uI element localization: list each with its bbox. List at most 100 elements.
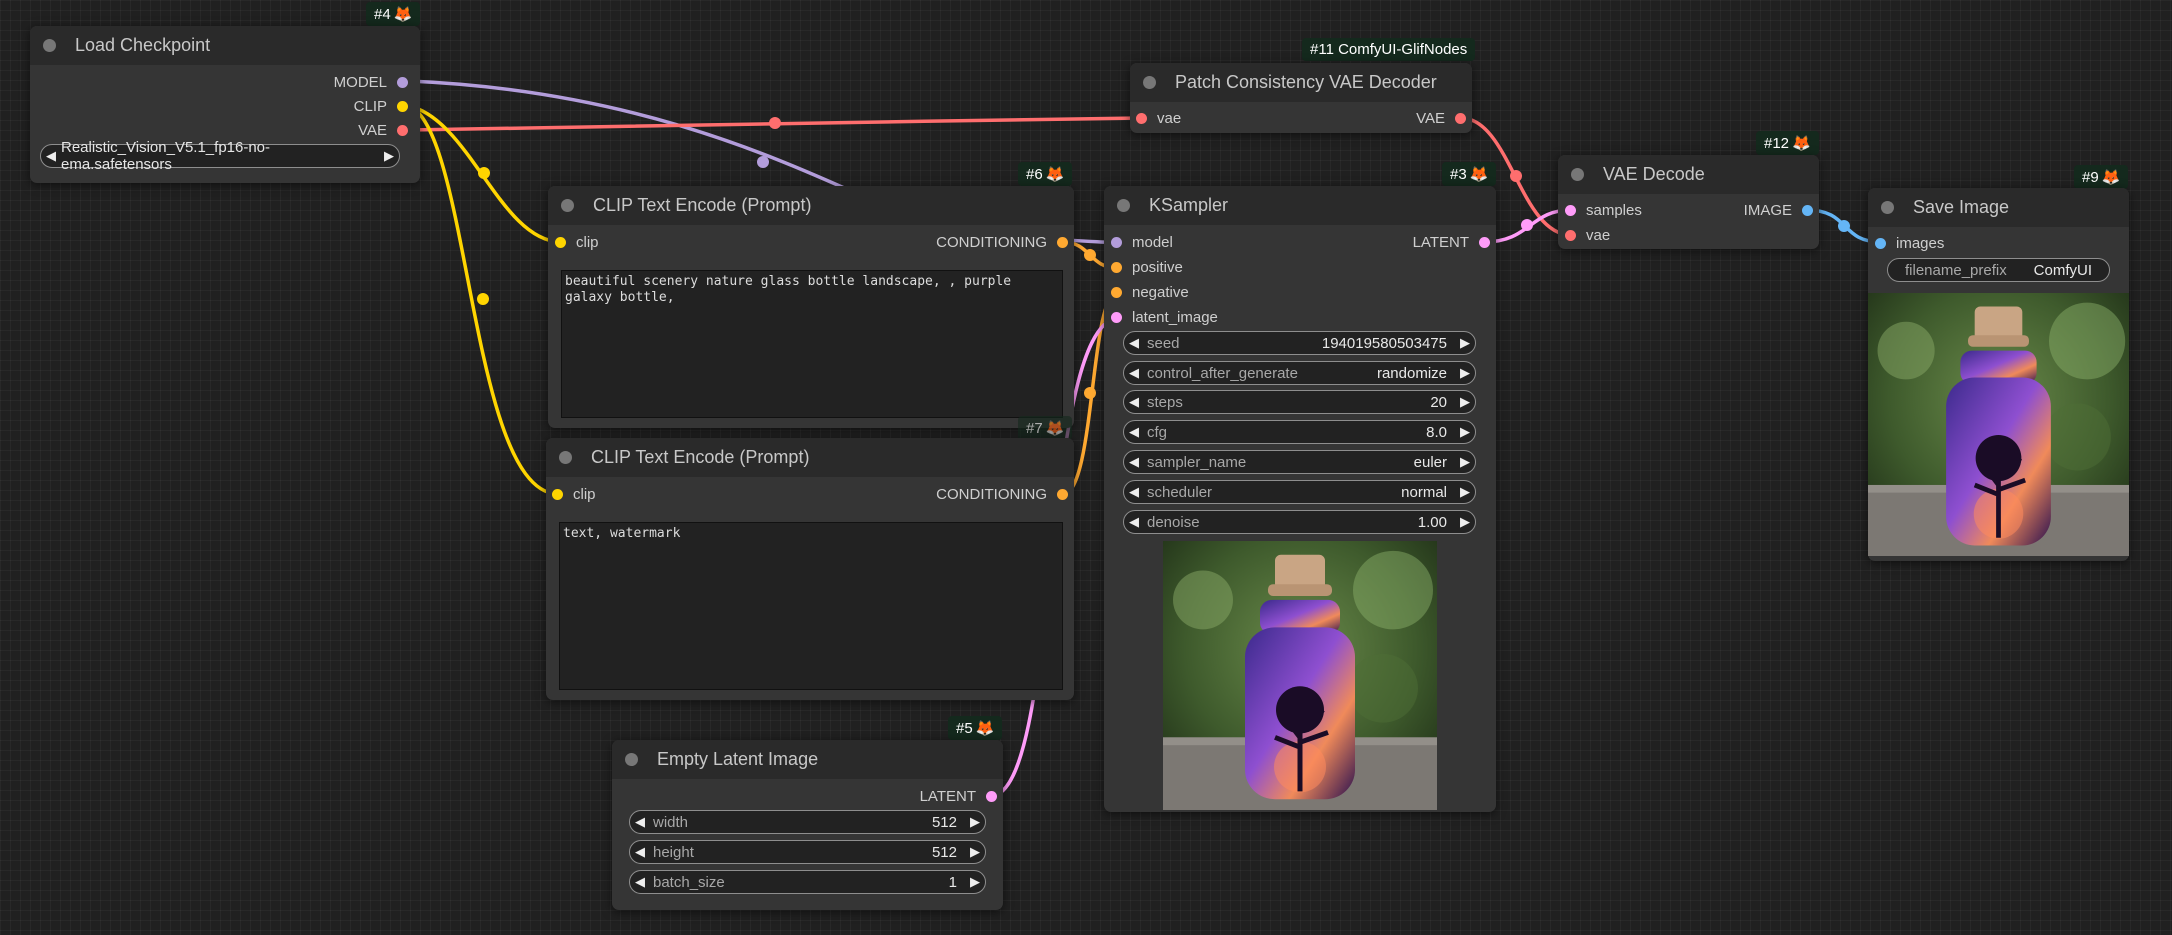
input-vae[interactable]: vae (1136, 108, 1181, 128)
input-negative[interactable]: negative (1111, 282, 1189, 302)
slot-dot-icon[interactable] (1479, 236, 1490, 248)
slot-dot-icon[interactable] (1565, 204, 1576, 216)
collapse-toggle-icon[interactable] (561, 199, 574, 212)
collapse-toggle-icon[interactable] (1117, 199, 1130, 212)
batch-size-widget[interactable]: ◀ batch_size 1 ▶ (629, 870, 986, 894)
node-title-bar[interactable]: VAE Decode (1558, 155, 1819, 194)
output-model[interactable]: MODEL (334, 72, 408, 92)
input-positive[interactable]: positive (1111, 257, 1183, 277)
output-conditioning[interactable]: CONDITIONING (936, 232, 1068, 252)
collapse-toggle-icon[interactable] (1881, 201, 1894, 214)
output-image-preview[interactable] (1868, 293, 2129, 556)
latent-preview-image[interactable] (1163, 541, 1437, 810)
filename-prefix-field[interactable]: filename_prefix ComfyUI (1887, 258, 2110, 282)
save-image-node[interactable]: Save Image images filename_prefix ComfyU… (1868, 188, 2129, 561)
load-checkpoint-node[interactable]: Load Checkpoint MODEL CLIP VAE ◀ Realist… (30, 26, 420, 183)
empty-latent-image-node[interactable]: Empty Latent Image LATENT ◀ width 512 ▶ … (612, 740, 1003, 910)
collapse-toggle-icon[interactable] (625, 753, 638, 766)
right-arrow-icon[interactable]: ▶ (1455, 514, 1475, 530)
slot-dot-icon[interactable] (397, 124, 408, 136)
node-title-bar[interactable]: Empty Latent Image (612, 740, 1003, 779)
slot-dot-icon[interactable] (1802, 204, 1813, 216)
node-title-bar[interactable]: KSampler (1104, 186, 1496, 225)
input-images[interactable]: images (1875, 233, 1944, 253)
width-widget[interactable]: ◀ width 512 ▶ (629, 810, 986, 834)
scheduler-widget[interactable]: ◀ scheduler normal ▶ (1123, 480, 1476, 504)
slot-dot-icon[interactable] (1111, 311, 1122, 323)
node-graph-canvas[interactable]: #4 🦊 Load Checkpoint MODEL CLIP VAE ◀ Rea… (0, 0, 2172, 935)
output-latent[interactable]: LATENT (920, 786, 997, 806)
vae-decode-node[interactable]: VAE Decode samples vae IMAGE (1558, 155, 1819, 249)
output-vae[interactable]: VAE (1416, 108, 1466, 128)
collapse-toggle-icon[interactable] (43, 39, 56, 52)
node-title-bar[interactable]: Load Checkpoint (30, 26, 420, 65)
right-arrow-icon[interactable]: ▶ (1455, 454, 1475, 470)
slot-dot-icon[interactable] (986, 790, 997, 802)
node-title-bar[interactable]: CLIP Text Encode (Prompt) (546, 438, 1074, 477)
output-clip[interactable]: CLIP (354, 96, 408, 116)
slot-dot-icon[interactable] (1111, 261, 1122, 273)
slot-dot-icon[interactable] (1875, 237, 1886, 249)
right-arrow-icon[interactable]: ▶ (1455, 335, 1475, 351)
denoise-widget[interactable]: ◀ denoise 1.00 ▶ (1123, 510, 1476, 534)
collapse-toggle-icon[interactable] (1571, 168, 1584, 181)
node-title-bar[interactable]: Save Image (1868, 188, 2129, 227)
left-arrow-icon[interactable]: ◀ (1124, 365, 1144, 381)
right-arrow-icon[interactable]: ▶ (965, 844, 985, 860)
sampler-name-widget[interactable]: ◀ sampler_name euler ▶ (1123, 450, 1476, 474)
clip-text-encode-positive-node[interactable]: CLIP Text Encode (Prompt) clip CONDITION… (548, 186, 1074, 428)
prompt-textarea[interactable]: beautiful scenery nature glass bottle la… (561, 270, 1063, 418)
slot-dot-icon[interactable] (1136, 112, 1147, 124)
steps-widget[interactable]: ◀ steps 20 ▶ (1123, 390, 1476, 414)
slot-dot-icon[interactable] (1057, 236, 1068, 248)
output-vae[interactable]: VAE (358, 120, 408, 140)
left-arrow-icon[interactable]: ◀ (630, 814, 650, 830)
left-arrow-icon[interactable]: ◀ (630, 844, 650, 860)
slot-dot-icon[interactable] (397, 100, 408, 112)
slot-dot-icon[interactable] (397, 76, 408, 88)
left-arrow-icon[interactable]: ◀ (41, 148, 61, 164)
clip-text-encode-negative-node[interactable]: CLIP Text Encode (Prompt) clip CONDITION… (546, 438, 1074, 700)
node-title-bar[interactable]: CLIP Text Encode (Prompt) (548, 186, 1074, 225)
left-arrow-icon[interactable]: ◀ (630, 874, 650, 890)
input-latent-image[interactable]: latent_image (1111, 307, 1218, 327)
input-clip[interactable]: clip (555, 232, 599, 252)
right-arrow-icon[interactable]: ▶ (965, 874, 985, 890)
slot-dot-icon[interactable] (1455, 112, 1466, 124)
input-vae[interactable]: vae (1565, 225, 1610, 245)
right-arrow-icon[interactable]: ▶ (1455, 484, 1475, 500)
input-samples[interactable]: samples (1565, 200, 1642, 220)
right-arrow-icon[interactable]: ▶ (965, 814, 985, 830)
prompt-textarea[interactable]: text, watermark (559, 522, 1063, 690)
cfg-widget[interactable]: ◀ cfg 8.0 ▶ (1123, 420, 1476, 444)
seed-widget[interactable]: ◀ seed 194019580503475 ▶ (1123, 331, 1476, 355)
left-arrow-icon[interactable]: ◀ (1124, 514, 1144, 530)
slot-dot-icon[interactable] (1057, 488, 1068, 500)
left-arrow-icon[interactable]: ◀ (1124, 394, 1144, 410)
right-arrow-icon[interactable]: ▶ (1455, 365, 1475, 381)
slot-dot-icon[interactable] (552, 488, 563, 500)
output-image[interactable]: IMAGE (1744, 200, 1813, 220)
collapse-toggle-icon[interactable] (559, 451, 572, 464)
right-arrow-icon[interactable]: ▶ (1455, 424, 1475, 440)
right-arrow-icon[interactable]: ▶ (1455, 394, 1475, 410)
control-after-generate-widget[interactable]: ◀ control_after_generate randomize ▶ (1123, 361, 1476, 385)
node-title-bar[interactable]: Patch Consistency VAE Decoder (1130, 63, 1472, 102)
left-arrow-icon[interactable]: ◀ (1124, 454, 1144, 470)
output-latent[interactable]: LATENT (1413, 232, 1490, 252)
patch-vae-decoder-node[interactable]: Patch Consistency VAE Decoder vae VAE (1130, 63, 1472, 133)
right-arrow-icon[interactable]: ▶ (379, 148, 399, 164)
left-arrow-icon[interactable]: ◀ (1124, 335, 1144, 351)
height-widget[interactable]: ◀ height 512 ▶ (629, 840, 986, 864)
output-conditioning[interactable]: CONDITIONING (936, 484, 1068, 504)
slot-dot-icon[interactable] (1111, 236, 1122, 248)
slot-dot-icon[interactable] (1565, 229, 1576, 241)
input-model[interactable]: model (1111, 232, 1173, 252)
collapse-toggle-icon[interactable] (1143, 76, 1156, 89)
left-arrow-icon[interactable]: ◀ (1124, 484, 1144, 500)
slot-dot-icon[interactable] (1111, 286, 1122, 298)
slot-dot-icon[interactable] (555, 236, 566, 248)
ksampler-node[interactable]: KSampler model positive negative latent_… (1104, 186, 1496, 812)
input-clip[interactable]: clip (552, 484, 596, 504)
ckpt-name-combo[interactable]: ◀ Realistic_Vision_V5.1_fp16-no-ema.safe… (40, 139, 400, 173)
